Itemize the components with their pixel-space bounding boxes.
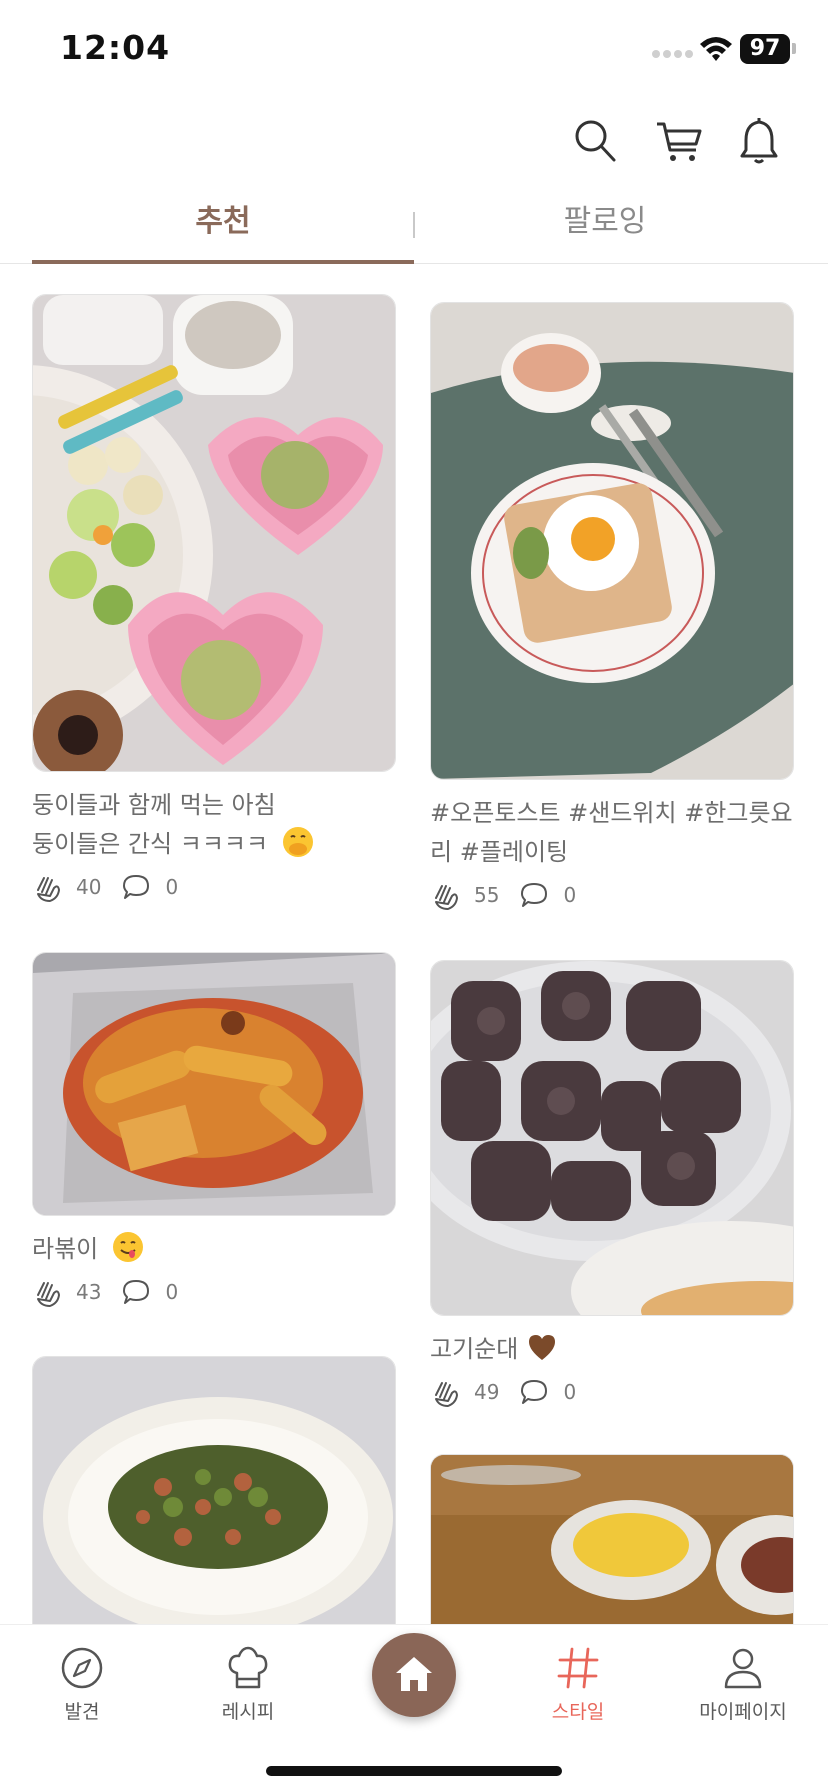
clap-icon[interactable] [430,878,464,912]
clap-count: 49 [474,1380,500,1404]
comment-icon[interactable] [121,1277,151,1307]
cart-icon[interactable] [654,116,704,166]
status-time: 12:04 [60,28,171,67]
card-caption-line: 둥이들과 함께 먹는 아침 [32,791,276,819]
clap-count: 55 [474,883,500,907]
nav-item-discover[interactable]: 발견 [22,1645,142,1724]
comment-icon[interactable] [519,1377,549,1407]
nav-label: 발견 [64,1701,100,1723]
feed-card: 둥이들과 함께 먹는 아침 둥이들은 간식 ㅋㅋㅋㅋ 40 0 [32,294,396,904]
card-caption-text: 고기순대 [430,1335,519,1363]
chef-hat-icon [228,1646,268,1689]
card-caption[interactable]: 고기순대 [430,1330,794,1369]
home-indicator [266,1766,562,1776]
nav-label: 스타일 [551,1701,605,1723]
status-bar: 12:04 97 [0,0,828,100]
card-caption[interactable]: #오픈토스트 #샌드위치 #한그릇요 리 #플레이팅 [430,794,794,872]
clap-count: 40 [76,875,102,899]
comment-icon[interactable] [121,872,151,902]
battery-indicator: 97 [740,34,790,64]
home-icon [396,1657,432,1691]
card-meta: 49 0 [430,1375,794,1409]
nav-item-mypage[interactable]: 마이페이지 [683,1645,803,1724]
person-icon [724,1648,762,1689]
cellular-signal-icon [652,50,693,58]
feed-card: 라볶이 43 0 [32,952,396,1309]
tab-recommend[interactable]: 추천 [32,190,414,264]
search-icon[interactable] [570,116,620,166]
card-photo[interactable] [430,1454,794,1624]
clap-icon[interactable] [32,1275,66,1309]
card-meta: 40 0 [32,870,396,904]
feed-grid: 둥이들과 함께 먹는 아침 둥이들은 간식 ㅋㅋㅋㅋ 40 0 #오픈토스트 #… [0,264,828,1624]
card-photo[interactable] [430,960,794,1316]
card-caption-line: 둥이들은 간식 ㅋㅋㅋㅋ [32,825,396,864]
tab-following[interactable]: 팔로잉 [414,190,796,264]
bell-icon[interactable] [734,116,784,166]
hashtag-icon [557,1647,599,1689]
comment-count: 0 [165,1280,179,1304]
clap-icon[interactable] [32,870,66,904]
nav-item-style[interactable]: 스타일 [518,1645,638,1724]
header-actions [570,116,810,166]
nav-item-recipe[interactable]: 레시피 [188,1645,308,1724]
feed-card: 고기순대 49 0 [430,960,794,1409]
feed-card [32,1356,396,1624]
comment-count: 0 [563,883,577,907]
card-caption-line: 리 #플레이팅 [430,838,569,866]
card-photo[interactable] [32,952,396,1216]
card-caption-text: 둥이들은 간식 ㅋㅋㅋㅋ [32,830,269,858]
feed-tabs: 추천 팔로잉 [0,190,828,264]
comment-icon[interactable] [519,880,549,910]
card-photo[interactable] [32,1356,396,1624]
battery-tip [792,43,796,54]
nav-label: 레시피 [221,1701,275,1723]
card-photo[interactable] [430,302,794,780]
card-caption[interactable]: 둥이들과 함께 먹는 아침 둥이들은 간식 ㅋㅋㅋㅋ [32,786,396,864]
clap-icon[interactable] [430,1375,464,1409]
nav-label: 마이페이지 [699,1701,787,1723]
card-meta: 55 0 [430,878,794,912]
face-hand-over-mouth-emoji-icon [282,827,313,857]
card-caption[interactable]: 라볶이 [32,1230,396,1269]
clap-count: 43 [76,1280,102,1304]
compass-icon [61,1647,103,1689]
brown-heart-emoji-icon [528,1335,555,1360]
home-button[interactable] [372,1633,456,1717]
feed-card [430,1454,794,1624]
comment-count: 0 [165,875,179,899]
comment-count: 0 [563,1380,577,1404]
wifi-icon [700,37,732,61]
card-meta: 43 0 [32,1275,396,1309]
feed-card: #오픈토스트 #샌드위치 #한그릇요 리 #플레이팅 55 0 [430,302,794,912]
card-caption-line: #오픈토스트 #샌드위치 #한그릇요 [430,799,793,827]
card-caption-text: 라볶이 [32,1235,99,1263]
card-photo[interactable] [32,294,396,772]
face-savoring-food-emoji-icon [112,1232,143,1262]
